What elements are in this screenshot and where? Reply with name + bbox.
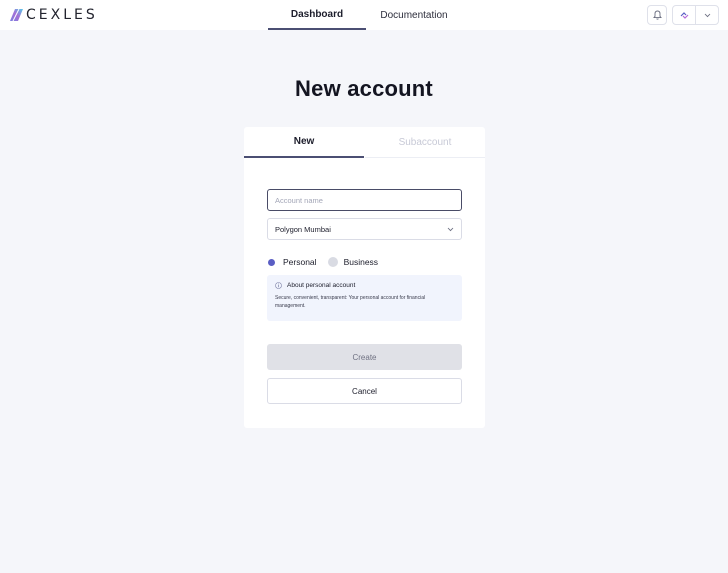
radio-selected-indicator [268, 258, 275, 266]
logo[interactable]: CEXLES [10, 7, 98, 23]
info-box: About personal account Secure, convenien… [267, 275, 462, 321]
account-switch[interactable] [673, 6, 696, 24]
bell-icon [652, 10, 662, 20]
chevron-down-icon [704, 13, 710, 17]
account-type-radio-group: Personal Business [268, 256, 389, 268]
notifications-button[interactable] [647, 5, 667, 25]
info-text: Secure, convenient, transparent: Your pe… [275, 295, 426, 309]
tab-subaccount[interactable]: Subaccount [365, 127, 485, 158]
account-menu-button[interactable] [672, 5, 719, 25]
logo-text: CEXLES [26, 7, 98, 23]
network-select[interactable]: Polygon Mumbai [267, 218, 462, 240]
cancel-button[interactable]: Cancel [267, 378, 462, 404]
create-button[interactable]: Create [267, 344, 462, 370]
logo-mark-icon [10, 9, 23, 21]
radio-personal[interactable]: Personal [268, 257, 317, 267]
account-dropdown-toggle[interactable] [696, 6, 718, 24]
nav-tab-dashboard[interactable]: Dashboard [268, 0, 366, 30]
tab-new[interactable]: New [244, 127, 364, 158]
chevron-down-icon [447, 227, 454, 231]
radio-personal-label: Personal [283, 257, 317, 267]
info-header: About personal account [275, 282, 454, 289]
page-title: New account [295, 76, 433, 101]
info-icon [275, 282, 282, 289]
top-bar: CEXLES Dashboard Documentation [0, 0, 728, 30]
nav-tab-documentation[interactable]: Documentation [365, 0, 463, 30]
network-select-value: Polygon Mumbai [275, 224, 331, 234]
radio-business[interactable]: Business [327, 257, 379, 267]
info-title: About personal account [287, 282, 356, 289]
radio-unselected-indicator [327, 257, 338, 267]
account-name-input[interactable] [267, 189, 462, 211]
account-swap-icon [680, 11, 688, 19]
new-account-card: New Subaccount Polygon Mumbai Personal B… [244, 127, 485, 428]
radio-business-label: Business [343, 257, 379, 267]
